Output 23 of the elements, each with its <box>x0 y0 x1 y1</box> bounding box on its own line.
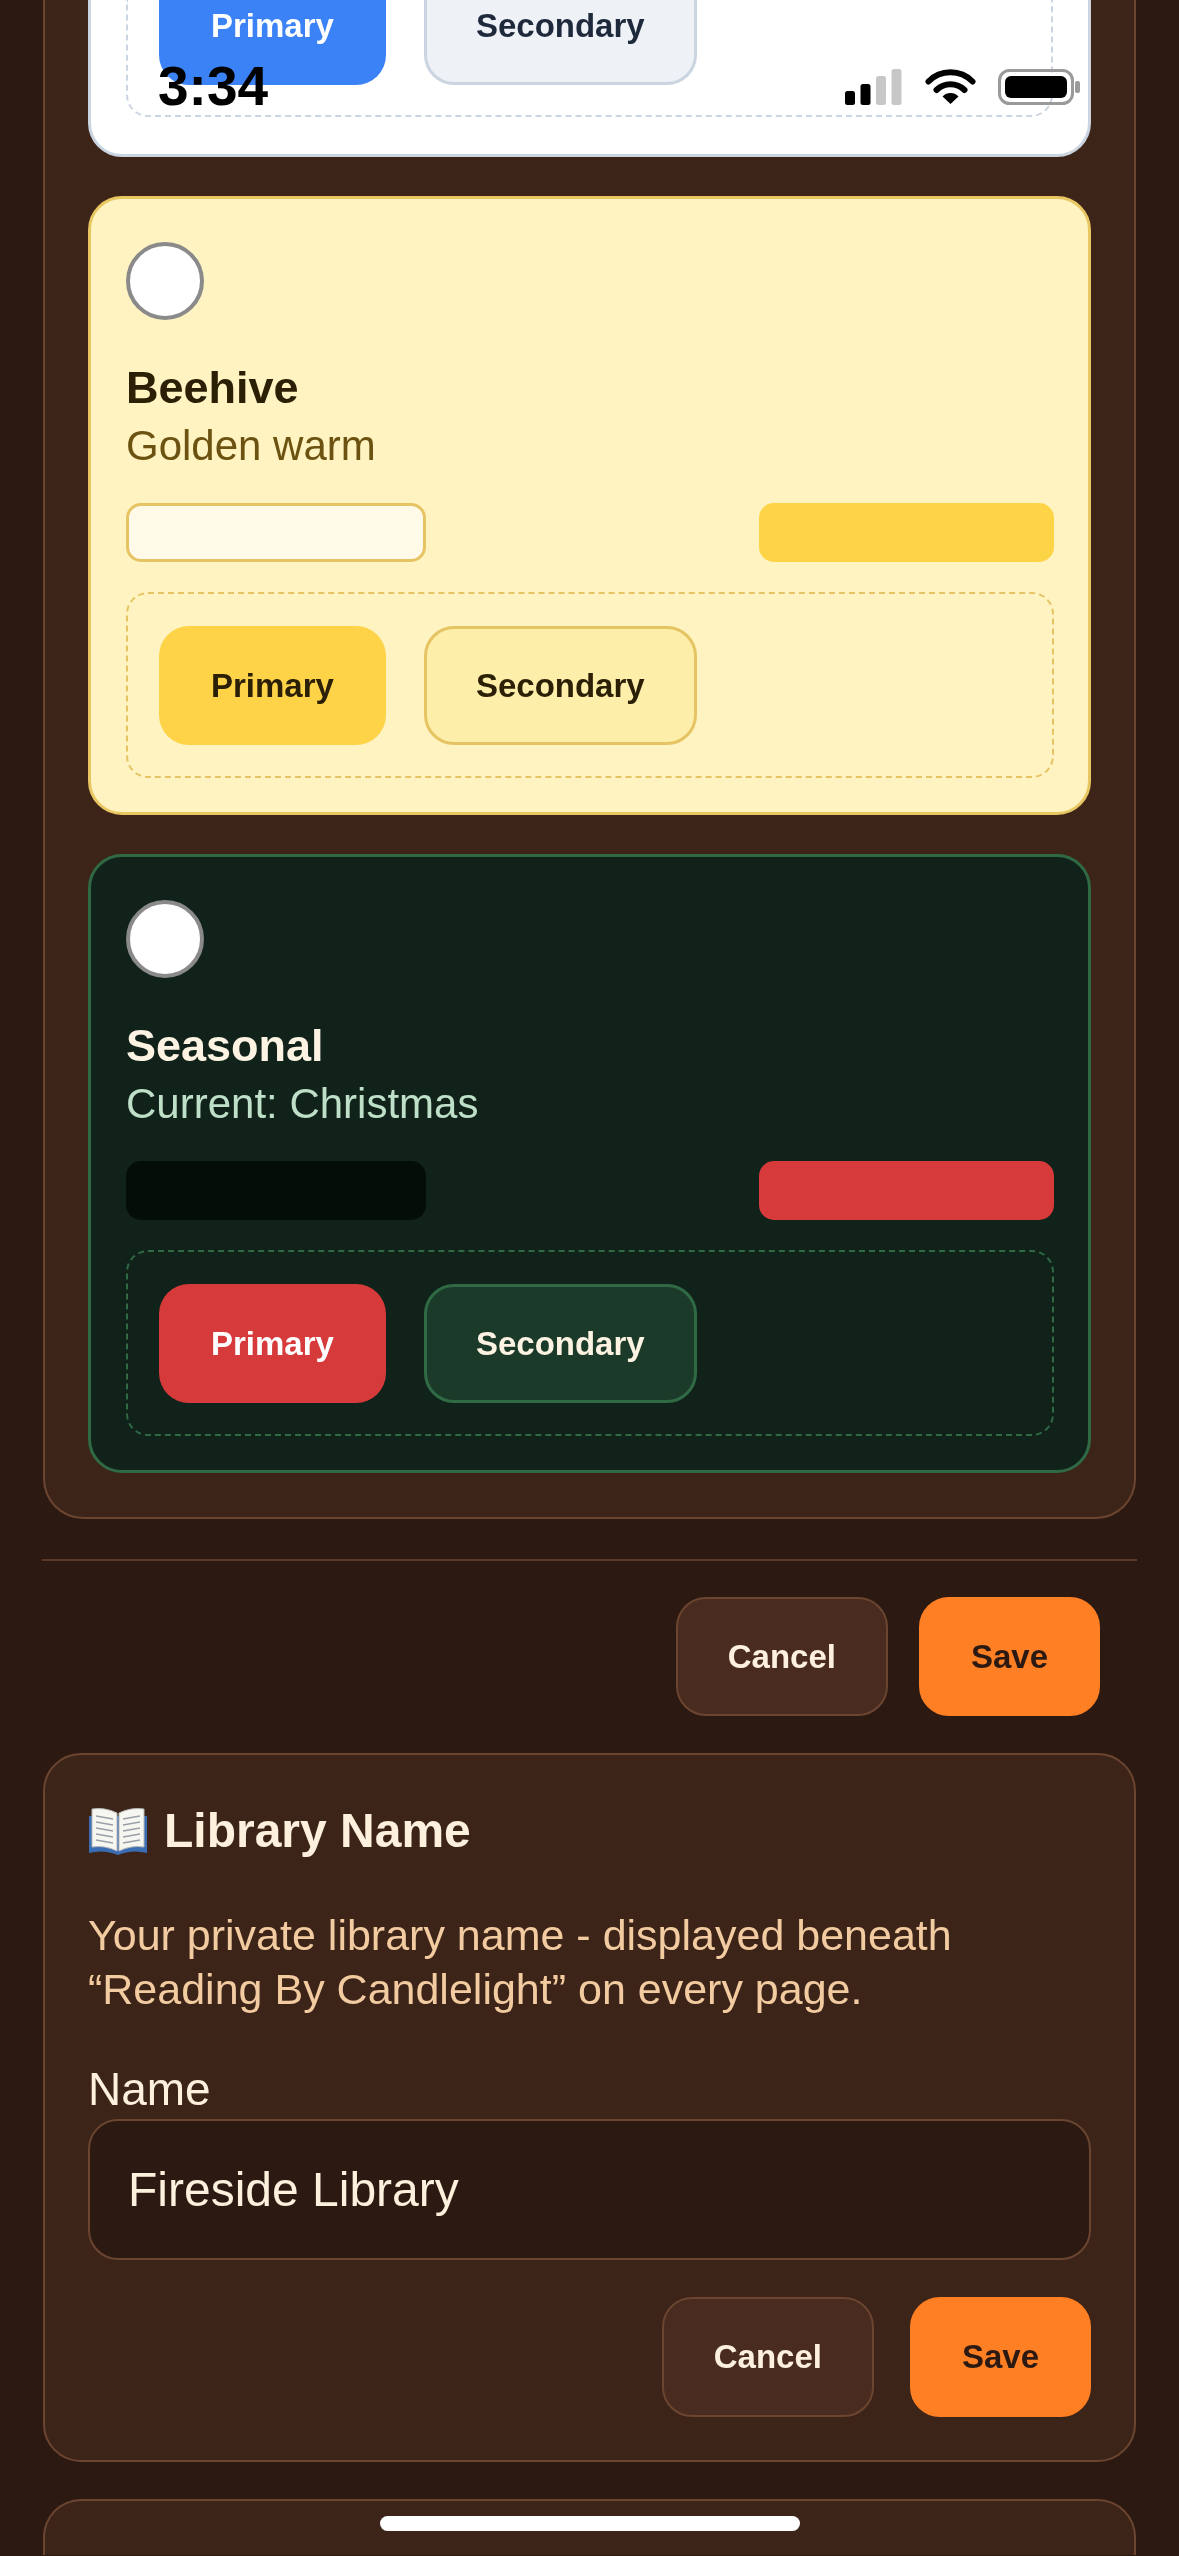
section-description: Your private library name - displayed beneath “Reading By Candlelight” on every page. <box>88 1910 953 2015</box>
section-title: Library Name <box>164 1803 471 1859</box>
book-icon <box>88 1806 148 1856</box>
secondary-button[interactable]: Secondary <box>423 626 697 745</box>
cancel-button[interactable]: Cancel <box>675 1597 888 1716</box>
secondary-button[interactable]: Secondary <box>423 0 697 85</box>
save-button[interactable]: Save <box>918 1597 1100 1716</box>
primary-button[interactable]: Primary <box>159 626 386 745</box>
theme-description: Current: Christmas <box>126 1079 480 1129</box>
theme-name: Beehive <box>126 362 300 414</box>
secondary-button[interactable]: Secondary <box>423 1284 697 1403</box>
theme-card[interactable]: Beehive Golden warm Primary Secondary <box>88 196 1091 815</box>
signal-icon <box>845 69 902 105</box>
wifi-icon <box>925 69 976 105</box>
name-input[interactable]: Fireside Library <box>88 2119 1091 2260</box>
battery-icon <box>998 69 1080 105</box>
theme-card[interactable]: Seasonal Current: Christmas Primary Secondary <box>88 854 1091 1473</box>
theme-description: Golden warm <box>126 421 377 471</box>
save-button[interactable]: Save <box>909 2297 1091 2417</box>
primary-button[interactable]: Primary <box>159 1284 386 1403</box>
cancel-button[interactable]: Cancel <box>661 2297 874 2417</box>
field-label: Name <box>88 2062 212 2116</box>
theme-name: Seasonal <box>126 1020 325 1072</box>
